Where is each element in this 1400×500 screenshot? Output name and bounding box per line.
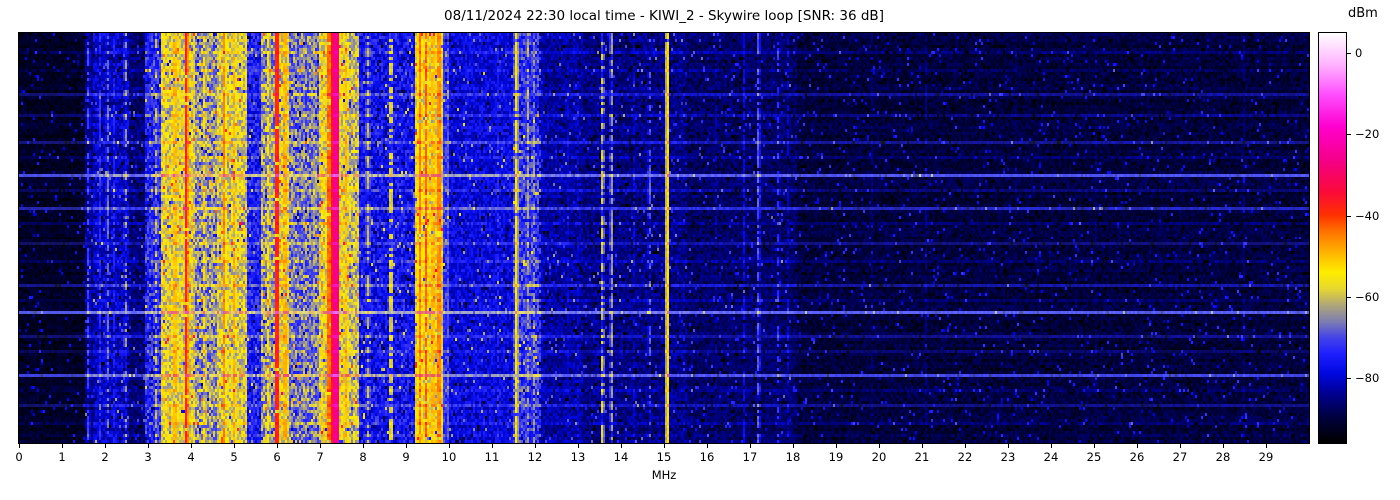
x-tick-label: 27: [1172, 450, 1188, 464]
x-tick-mark: [19, 444, 20, 448]
x-tick-label: 12: [527, 450, 543, 464]
x-tick-label: 7: [316, 450, 324, 464]
x-tick-label: 24: [1043, 450, 1059, 464]
x-tick-mark: [1266, 444, 1267, 448]
x-tick-label: 26: [1129, 450, 1145, 464]
colorbar-tick-label: −80: [1355, 371, 1380, 386]
colorbar-gradient: [1319, 33, 1346, 443]
x-tick-label: 6: [273, 450, 281, 464]
x-tick-label: 13: [570, 450, 586, 464]
x-tick-mark: [363, 444, 364, 448]
x-tick-label: 3: [144, 450, 152, 464]
plot-title: 08/11/2024 22:30 local time - KIWI_2 - S…: [444, 8, 884, 24]
colorbar-tick-label: −60: [1355, 289, 1380, 304]
x-tick-mark: [750, 444, 751, 448]
x-tick-mark: [535, 444, 536, 448]
x-tick-label: 1: [58, 450, 66, 464]
x-tick-mark: [191, 444, 192, 448]
colorbar: [1318, 32, 1347, 444]
x-tick-mark: [578, 444, 579, 448]
x-tick-label: 11: [484, 450, 500, 464]
x-tick-mark: [664, 444, 665, 448]
x-tick-label: 18: [785, 450, 801, 464]
x-tick-mark: [1051, 444, 1052, 448]
x-tick-mark: [922, 444, 923, 448]
x-tick-mark: [277, 444, 278, 448]
colorbar-tick-mark: [1347, 215, 1351, 217]
colorbar-unit-label: dBm: [1348, 6, 1378, 21]
x-tick-label: 25: [1086, 450, 1102, 464]
x-tick-mark: [406, 444, 407, 448]
colorbar-tick-mark: [1347, 378, 1351, 380]
x-axis-label: MHz: [651, 468, 677, 482]
x-tick-mark: [1008, 444, 1009, 448]
x-tick-label: 21: [914, 450, 930, 464]
x-tick-mark: [62, 444, 63, 448]
colorbar-tick-mark: [1347, 296, 1351, 298]
x-tick-mark: [449, 444, 450, 448]
x-tick-mark: [1223, 444, 1224, 448]
x-tick-label: 16: [699, 450, 715, 464]
x-tick-mark: [707, 444, 708, 448]
colorbar-tick-mark: [1347, 134, 1351, 136]
x-tick-label: 15: [656, 450, 672, 464]
x-tick-label: 10: [441, 450, 457, 464]
x-tick-mark: [1180, 444, 1181, 448]
colorbar-tick-mark: [1347, 53, 1351, 55]
spectrogram-canvas: [19, 33, 1309, 443]
x-tick-label: 28: [1215, 450, 1231, 464]
x-tick-mark: [836, 444, 837, 448]
x-tick-label: 5: [230, 450, 238, 464]
x-tick-label: 0: [15, 450, 23, 464]
x-tick-label: 17: [742, 450, 758, 464]
x-tick-label: 19: [828, 450, 844, 464]
x-tick-mark: [148, 444, 149, 448]
x-tick-label: 4: [187, 450, 195, 464]
x-tick-label: 20: [871, 450, 887, 464]
x-tick-mark: [965, 444, 966, 448]
spectrogram-figure: 08/11/2024 22:30 local time - KIWI_2 - S…: [0, 0, 1400, 500]
x-tick-mark: [879, 444, 880, 448]
x-tick-label: 22: [957, 450, 973, 464]
x-tick-label: 2: [101, 450, 109, 464]
colorbar-tick-label: −40: [1355, 208, 1380, 223]
x-tick-mark: [1137, 444, 1138, 448]
x-tick-label: 23: [1000, 450, 1016, 464]
x-tick-mark: [105, 444, 106, 448]
colorbar-tick-label: 0: [1355, 46, 1363, 61]
x-tick-mark: [793, 444, 794, 448]
x-tick-label: 9: [402, 450, 410, 464]
x-tick-mark: [492, 444, 493, 448]
x-tick-label: 29: [1258, 450, 1274, 464]
x-tick-mark: [621, 444, 622, 448]
x-tick-mark: [234, 444, 235, 448]
x-tick-mark: [1094, 444, 1095, 448]
x-tick-label: 8: [359, 450, 367, 464]
x-tick-mark: [320, 444, 321, 448]
x-tick-label: 14: [613, 450, 629, 464]
colorbar-tick-label: −20: [1355, 127, 1380, 142]
spectrogram-plot-area: [18, 32, 1310, 444]
